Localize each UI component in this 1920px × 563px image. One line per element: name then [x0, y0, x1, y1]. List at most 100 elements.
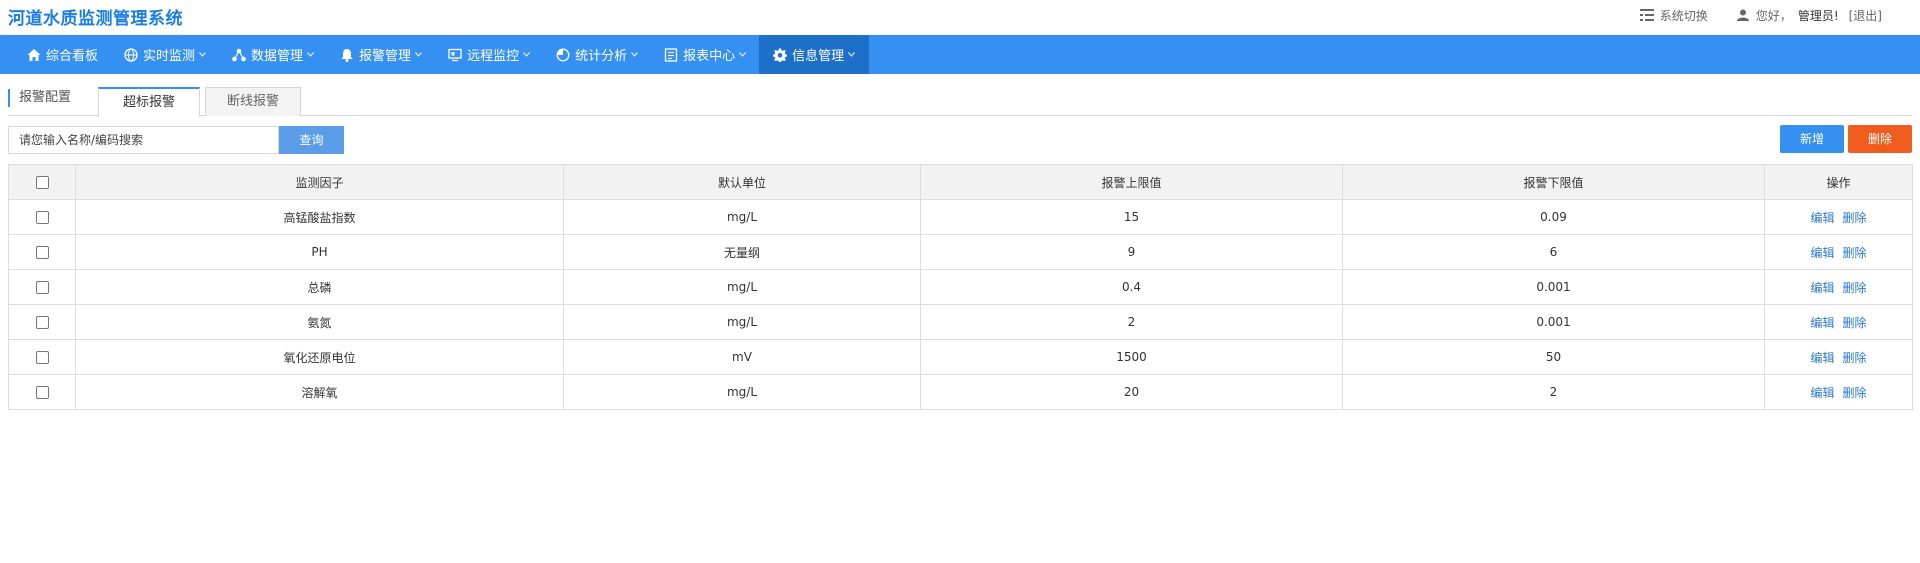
lower-limit-cell: 0.09	[1342, 199, 1765, 235]
edit-link[interactable]: 编辑	[1810, 316, 1834, 330]
nav-item-stats[interactable]: 统计分析	[543, 35, 651, 74]
row-select-cell	[8, 234, 76, 270]
nav-item-label: 综合看板	[46, 49, 99, 64]
delete-button[interactable]: 删除	[1848, 125, 1912, 153]
network-icon	[232, 48, 246, 61]
actions-cell: 编辑 删除	[1764, 269, 1913, 305]
bell-icon	[341, 48, 353, 62]
unit-cell: mg/L	[563, 304, 921, 340]
table-row: 总磷 mg/L 0.4 0.001 编辑 删除	[8, 269, 1913, 305]
column-header: 操作	[1764, 164, 1913, 200]
user-info: 您好， 管理员! [退出]	[1736, 7, 1882, 24]
row-checkbox[interactable]	[35, 386, 49, 399]
unit-cell: mV	[563, 339, 921, 375]
chevron-down-icon	[415, 52, 423, 57]
factor-cell: PH	[75, 234, 564, 270]
factor-cell: 氧化还原电位	[75, 339, 564, 375]
gear-icon	[773, 48, 788, 62]
upper-limit-cell: 9	[920, 234, 1343, 270]
table-row: PH 无量纲 9 6 编辑 删除	[8, 234, 1913, 270]
chevron-down-icon	[848, 52, 856, 57]
chevron-down-icon	[631, 52, 639, 57]
row-checkbox[interactable]	[35, 281, 49, 294]
row-checkbox[interactable]	[35, 316, 49, 329]
globe-icon	[124, 47, 138, 62]
nav-item-data[interactable]: 数据管理	[219, 35, 327, 74]
row-select-cell	[8, 374, 76, 410]
home-icon	[27, 48, 41, 61]
actions-cell: 编辑 删除	[1764, 234, 1913, 270]
chevron-down-icon	[523, 52, 531, 57]
row-checkbox[interactable]	[35, 211, 49, 224]
nav-item-label: 报警管理	[359, 49, 412, 64]
row-checkbox[interactable]	[35, 246, 49, 259]
actions-cell: 编辑 删除	[1764, 339, 1913, 375]
select-all-checkbox[interactable]	[35, 176, 49, 189]
nav-item-realtime[interactable]: 实时监测	[111, 35, 219, 74]
unit-cell: mg/L	[563, 374, 921, 410]
select-all-cell	[8, 164, 76, 200]
row-select-cell	[8, 199, 76, 235]
unit-cell: 无量纲	[563, 234, 921, 270]
column-header: 报警下限值	[1342, 164, 1765, 200]
tab-offline-alarm[interactable]: 断线报警	[205, 87, 301, 116]
upper-limit-cell: 15	[920, 199, 1343, 235]
row-delete-link[interactable]: 删除	[1843, 211, 1867, 225]
row-select-cell	[8, 339, 76, 375]
row-select-cell	[8, 269, 76, 305]
lower-limit-cell: 0.001	[1342, 269, 1765, 305]
system-switch-label: 系统切换	[1659, 8, 1708, 23]
nav-item-remote[interactable]: 远程监控	[435, 35, 543, 74]
nav-item-alarm[interactable]: 报警管理	[327, 35, 435, 74]
add-button[interactable]: 新增	[1780, 125, 1844, 153]
column-header: 监测因子	[75, 164, 564, 200]
header-actions: 系统切换 您好， 管理员! [退出]	[1612, 0, 1882, 30]
section-title: 报警配置	[8, 89, 71, 107]
unit-cell: mg/L	[563, 269, 921, 305]
unit-cell: mg/L	[563, 199, 921, 235]
nav-item-dashboard[interactable]: 综合看板	[14, 35, 111, 74]
chevron-down-icon	[307, 52, 315, 57]
factor-cell: 高锰酸盐指数	[75, 199, 564, 235]
user-icon	[1736, 9, 1749, 21]
nav-item-label: 远程监控	[467, 49, 520, 64]
row-delete-link[interactable]: 删除	[1843, 351, 1867, 365]
row-delete-link[interactable]: 删除	[1843, 246, 1867, 260]
factor-cell: 溶解氧	[75, 374, 564, 410]
row-checkbox[interactable]	[35, 351, 49, 364]
row-delete-link[interactable]: 删除	[1843, 386, 1867, 400]
edit-link[interactable]: 编辑	[1810, 386, 1834, 400]
nav-item-label: 统计分析	[575, 49, 628, 64]
lower-limit-cell: 50	[1342, 339, 1765, 375]
actions-cell: 编辑 删除	[1764, 304, 1913, 340]
main-nav: 综合看板 实时监测 数据管理 报警管理 远程监控 统计分析 报表中心 信息管理	[0, 35, 1920, 74]
factor-cell: 总磷	[75, 269, 564, 305]
actions-cell: 编辑 删除	[1764, 199, 1913, 235]
chevron-down-icon	[199, 52, 206, 57]
tab-over-limit-alarm[interactable]: 超标报警	[98, 87, 200, 117]
edit-link[interactable]: 编辑	[1810, 351, 1834, 365]
tab-strip: 报警配置 超标报警 断线报警	[8, 84, 1912, 117]
lower-limit-cell: 6	[1342, 234, 1765, 270]
logout-link[interactable]: [退出]	[1849, 7, 1882, 24]
upper-limit-cell: 2	[920, 304, 1343, 340]
nav-item-report[interactable]: 报表中心	[651, 35, 759, 74]
edit-link[interactable]: 编辑	[1810, 246, 1834, 260]
top-header: 河道水质监测管理系统 系统切换 您好， 管理员! [退出]	[0, 0, 1920, 35]
row-delete-link[interactable]: 删除	[1843, 281, 1867, 295]
system-switch[interactable]: 系统切换	[1639, 7, 1708, 24]
edit-link[interactable]: 编辑	[1810, 281, 1834, 295]
search-input[interactable]	[8, 126, 279, 154]
table-row: 溶解氧 mg/L 20 2 编辑 删除	[8, 374, 1913, 410]
upper-limit-cell: 20	[920, 374, 1343, 410]
edit-link[interactable]: 编辑	[1810, 211, 1834, 225]
nav-item-info[interactable]: 信息管理	[759, 35, 870, 74]
nav-item-label: 数据管理	[251, 49, 304, 64]
upper-limit-cell: 0.4	[920, 269, 1343, 305]
column-header: 报警上限值	[920, 164, 1343, 200]
query-button[interactable]: 查询	[279, 126, 344, 154]
greeting-text: 您好，	[1755, 8, 1792, 23]
row-delete-link[interactable]: 删除	[1843, 316, 1867, 330]
nav-item-label: 实时监测	[143, 49, 196, 64]
row-select-cell	[8, 304, 76, 340]
